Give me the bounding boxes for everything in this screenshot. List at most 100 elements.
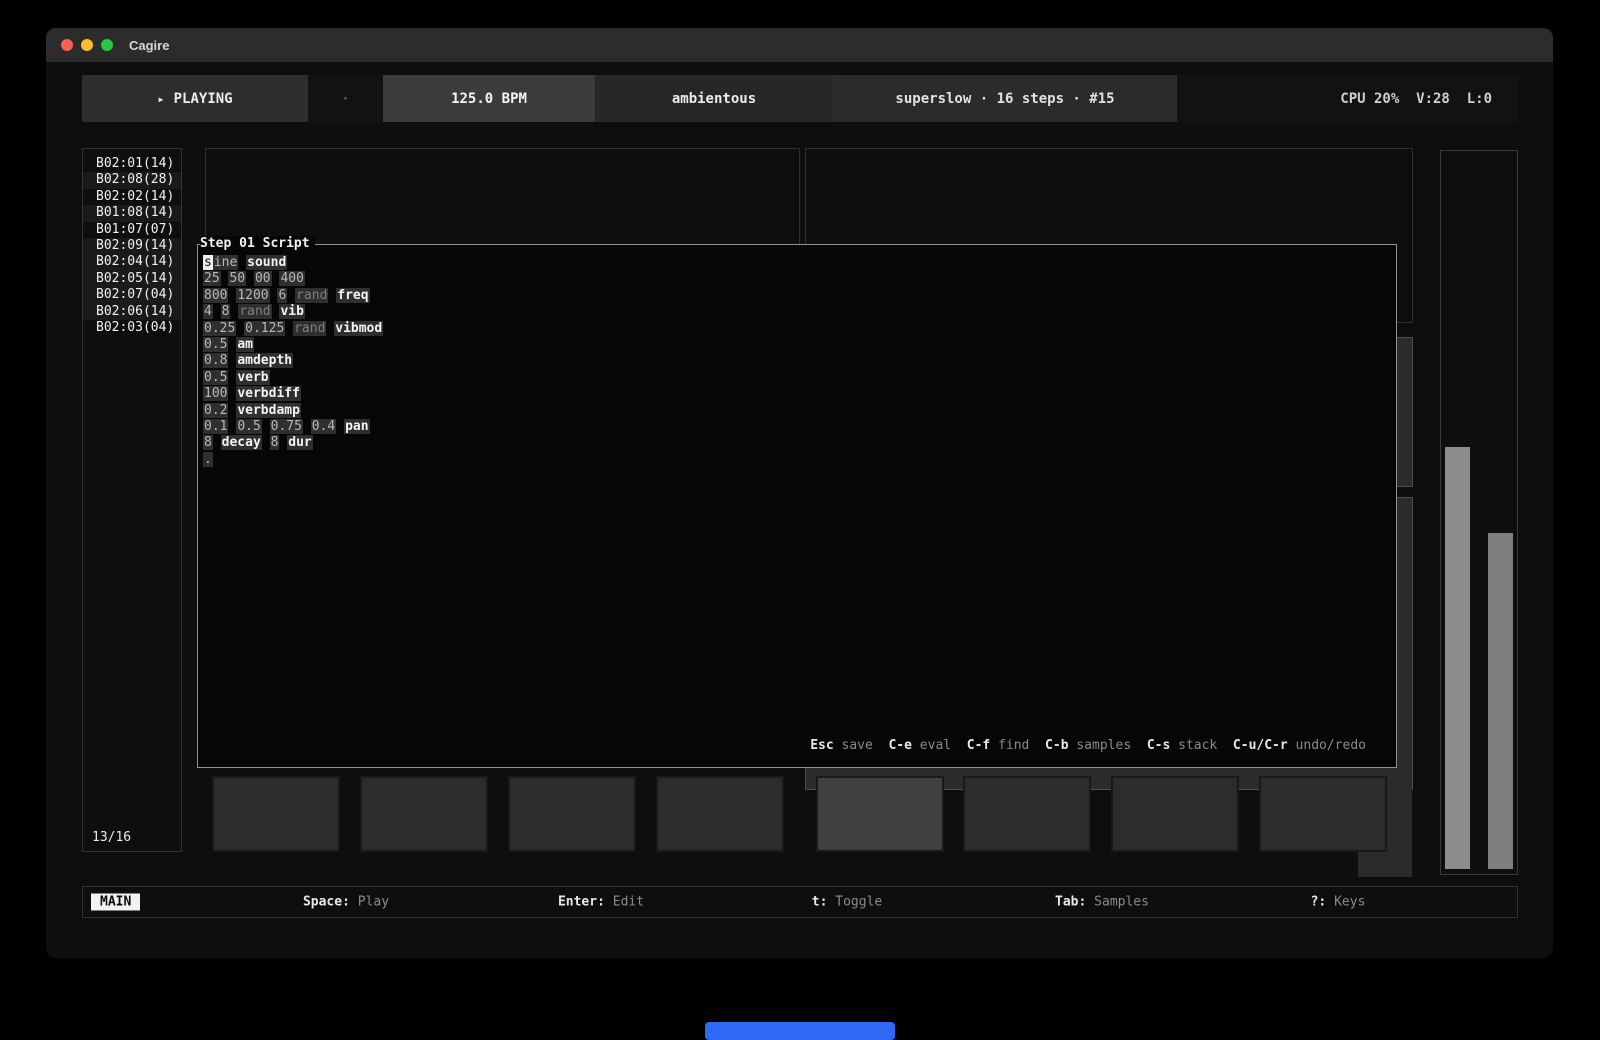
sample-list-item[interactable]: B02:02(14) <box>83 189 181 205</box>
script-line: 0.2 verbdamp <box>203 403 1396 419</box>
step-box[interactable] <box>360 776 488 852</box>
script-content[interactable]: sine sound25 50 00 400800 1200 6 rand fr… <box>198 245 1396 468</box>
script-token: 8 <box>221 304 231 319</box>
hint-label: samples <box>1069 738 1132 753</box>
step-row <box>46 776 1553 856</box>
script-token: 0.8 <box>203 353 228 368</box>
script-token: rand <box>293 321 326 336</box>
step-box[interactable] <box>656 776 784 852</box>
transport-status[interactable]: ▸ PLAYING <box>82 75 308 122</box>
script-token: 00 <box>254 271 272 286</box>
step-box[interactable] <box>508 776 636 852</box>
statusbar-hint: Space: Play <box>303 895 389 910</box>
script-token: 0.5 <box>203 337 228 352</box>
sample-list-item[interactable]: B01:07(07) <box>83 222 181 238</box>
script-token: 100 <box>203 386 228 401</box>
pattern-info: superslow · 16 steps · #15 <box>895 91 1114 107</box>
script-token: 4 <box>203 304 213 319</box>
hint-key: C-e <box>888 738 911 753</box>
sample-list-item[interactable]: B02:03(04) <box>83 320 181 336</box>
script-token: verb <box>236 370 269 385</box>
mode-badge: MAIN <box>91 894 140 911</box>
step-box[interactable] <box>1111 776 1239 852</box>
sample-sidebar: B02:01(14)B02:08(28)B02:02(14)B01:08(14)… <box>82 148 182 852</box>
sample-list-item[interactable]: B01:08(14) <box>83 205 181 221</box>
script-line: 0.5 verb <box>203 370 1396 386</box>
script-token: pan <box>344 419 369 434</box>
transport-header: ▸ PLAYING · 125.0 BPM ambientous supersl… <box>82 75 1518 122</box>
sample-list-item[interactable]: B02:06(14) <box>83 304 181 320</box>
sample-list-item[interactable]: B02:09(14) <box>83 238 181 254</box>
script-token: 0.25 <box>203 321 236 336</box>
zoom-button-icon[interactable] <box>101 39 113 51</box>
script-token: 8 <box>203 435 213 450</box>
script-line: 0.25 0.125 rand vibmod <box>203 321 1396 337</box>
sample-list-item[interactable]: B02:04(14) <box>83 254 181 270</box>
window-title: Cagire <box>129 38 169 53</box>
script-token: verbdiff <box>236 386 301 401</box>
script-token: 6 <box>277 288 287 303</box>
transport-label: PLAYING <box>174 91 233 107</box>
play-icon: ▸ <box>157 92 164 106</box>
step-box[interactable] <box>816 776 944 852</box>
sample-list-item[interactable]: B02:01(14) <box>83 156 181 172</box>
statusbar-hint: Tab: Samples <box>1055 895 1149 910</box>
scene-display[interactable]: ambientous <box>595 75 833 122</box>
script-token: decay <box>221 435 262 450</box>
script-token: . <box>203 452 213 467</box>
script-line: 0.1 0.5 0.75 0.4 pan <box>203 419 1396 435</box>
window-titlebar: Cagire <box>46 28 1553 62</box>
script-token: 0.5 <box>236 419 261 434</box>
hint-label: Keys <box>1326 895 1365 910</box>
sample-list-item[interactable]: B02:07(04) <box>83 287 181 303</box>
hint-key: t: <box>812 895 828 910</box>
script-token: ine <box>213 255 238 270</box>
script-token: 400 <box>279 271 304 286</box>
script-line: 800 1200 6 rand freq <box>203 288 1396 304</box>
system-stats: CPU 20% V:28 L:0 <box>1177 75 1518 122</box>
script-line: 0.5 am <box>203 337 1396 353</box>
text-cursor: s <box>203 255 213 270</box>
script-token: 0.75 <box>270 419 303 434</box>
pattern-display[interactable]: superslow · 16 steps · #15 <box>833 75 1177 122</box>
hint-label: Toggle <box>827 895 882 910</box>
statusbar-hint: ?: Keys <box>1311 895 1366 910</box>
step-box[interactable] <box>1259 776 1387 852</box>
step-box[interactable] <box>212 776 340 852</box>
script-line: 100 verbdiff <box>203 386 1396 402</box>
hint-key: Enter: <box>558 895 605 910</box>
script-line: 4 8 rand vib <box>203 304 1396 320</box>
script-token: vib <box>279 304 304 319</box>
script-line: . <box>203 452 1396 468</box>
close-button-icon[interactable] <box>61 39 73 51</box>
dock-indicator <box>705 1022 895 1040</box>
hint-label: stack <box>1170 738 1217 753</box>
script-line: 0.8 amdepth <box>203 353 1396 369</box>
script-token: 800 <box>203 288 228 303</box>
hint-label: save <box>834 738 873 753</box>
script-line: 25 50 00 400 <box>203 271 1396 287</box>
sample-list-item[interactable]: B02:08(28) <box>83 172 181 188</box>
hint-label: Samples <box>1086 895 1149 910</box>
script-token: rand <box>295 288 328 303</box>
hint-label: undo/redo <box>1288 738 1366 753</box>
bpm-display[interactable]: 125.0 BPM <box>383 75 595 122</box>
minimize-button-icon[interactable] <box>81 39 93 51</box>
script-token: 0.5 <box>203 370 228 385</box>
header-separator: · <box>308 75 383 122</box>
script-line: 8 decay 8 dur <box>203 435 1396 451</box>
script-token: amdepth <box>236 353 293 368</box>
sample-list-item[interactable]: B02:05(14) <box>83 271 181 287</box>
step-box[interactable] <box>963 776 1091 852</box>
hint-key: C-u/C-r <box>1233 738 1288 753</box>
hint-label: find <box>990 738 1029 753</box>
script-token: 0.4 <box>311 419 336 434</box>
hint-key: ?: <box>1311 895 1327 910</box>
editor-hints: Esc save C-e eval C-f find C-b samples C… <box>810 738 1366 753</box>
sample-list: B02:01(14)B02:08(28)B02:02(14)B01:08(14)… <box>83 156 181 336</box>
script-token: 0.125 <box>244 321 285 336</box>
script-token: 25 <box>203 271 221 286</box>
hint-key: C-b <box>1045 738 1068 753</box>
script-token: 8 <box>270 435 280 450</box>
bpm-value: 125.0 BPM <box>451 91 527 107</box>
